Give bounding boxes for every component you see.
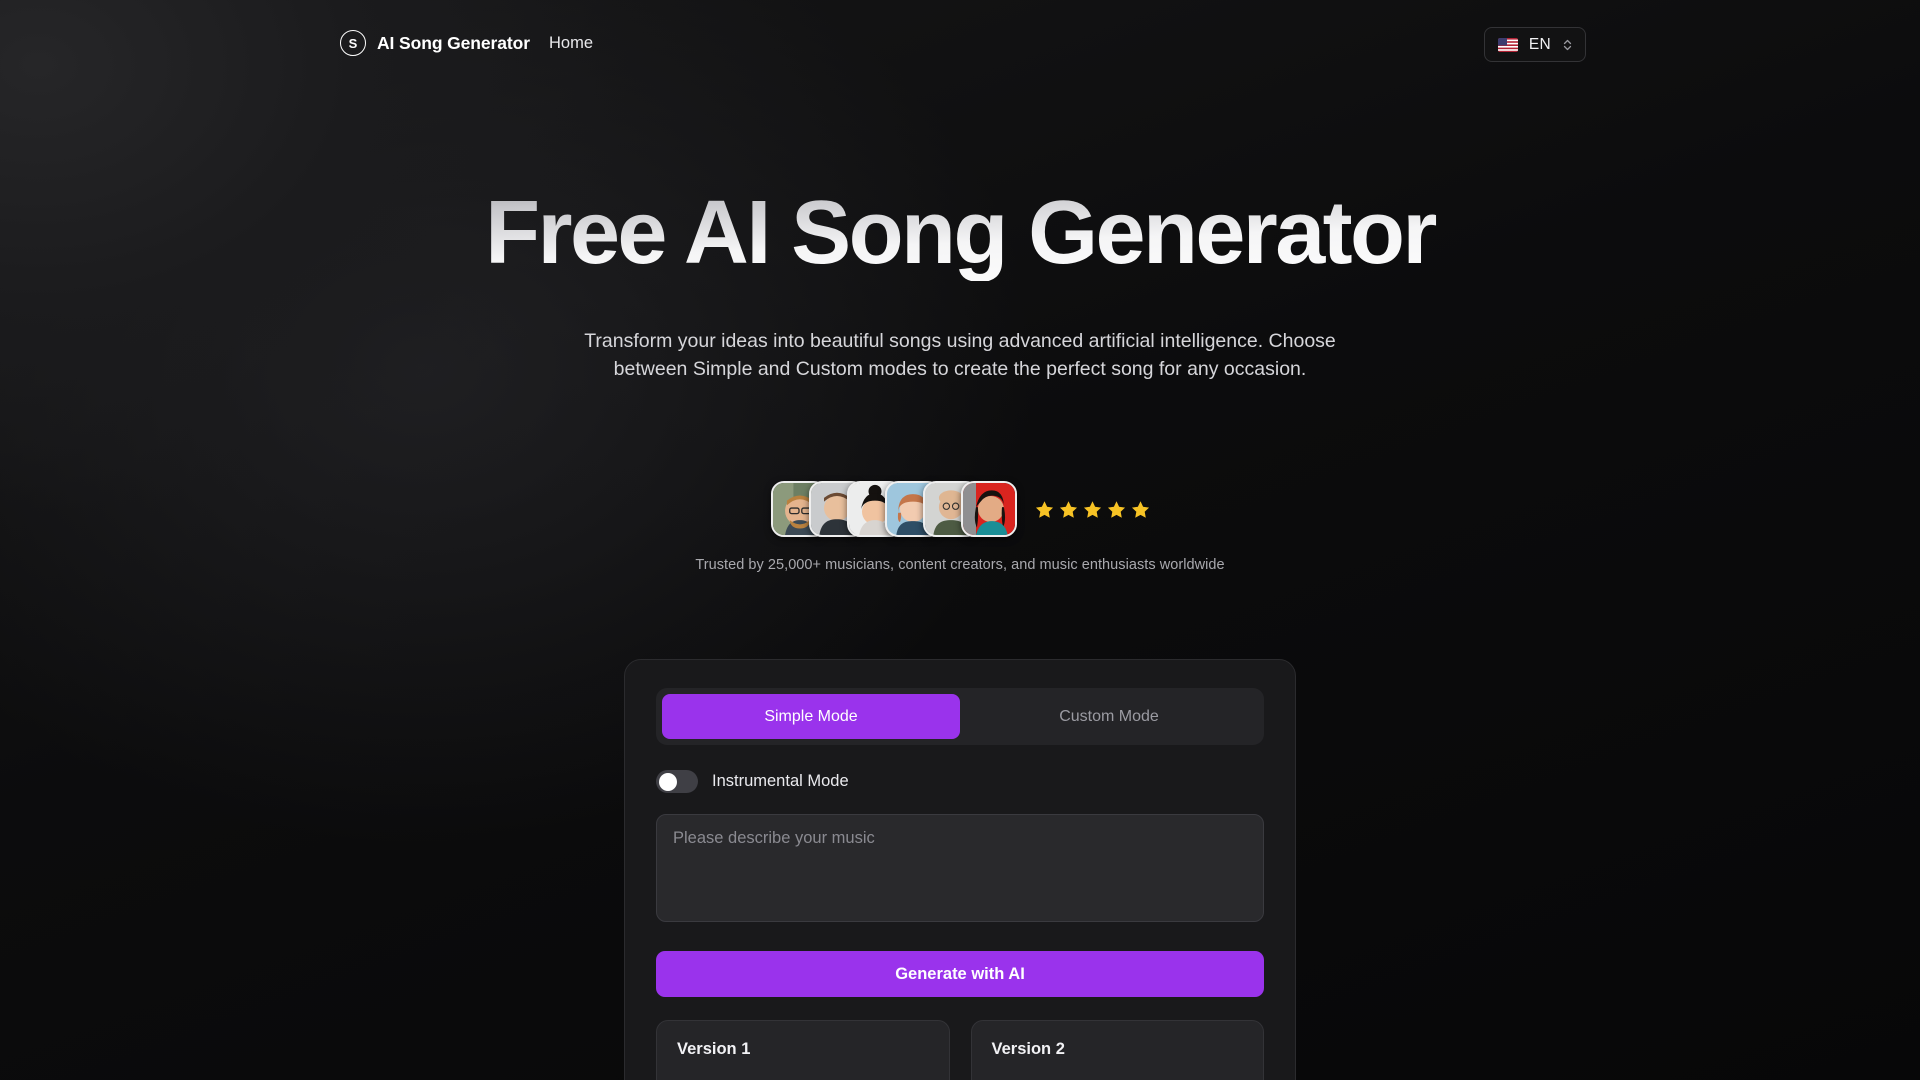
star-icon xyxy=(1059,500,1078,519)
instrumental-mode-label: Instrumental Mode xyxy=(712,772,849,790)
nav-links: Home xyxy=(549,34,593,53)
version-card[interactable]: Version 1 xyxy=(656,1020,950,1080)
generate-with-ai-button[interactable]: Generate with AI xyxy=(656,951,1264,997)
social-proof-section: Trusted by 25,000+ musicians, content cr… xyxy=(0,481,1920,573)
star-icon xyxy=(1083,500,1102,519)
hero-section: Free AI Song Generator Transform your id… xyxy=(0,185,1920,384)
nav-link-home[interactable]: Home xyxy=(549,34,593,53)
version-card[interactable]: Version 2 xyxy=(970,1020,1264,1080)
instrumental-mode-toggle[interactable] xyxy=(656,770,698,793)
avatar xyxy=(960,481,1017,537)
top-navbar: S AI Song Generator Home EN xyxy=(0,0,1920,92)
brand-name: AI Song Generator xyxy=(377,32,530,53)
star-icon xyxy=(1131,500,1150,519)
circle-s-logo-icon: S xyxy=(340,30,366,56)
us-flag-icon xyxy=(1497,37,1518,52)
brand-logo-link[interactable]: S AI Song Generator xyxy=(340,30,530,56)
chevron-up-down-icon xyxy=(1562,37,1573,53)
page-title: Free AI Song Generator xyxy=(0,185,1920,281)
social-proof-row xyxy=(0,481,1920,537)
tab-custom-mode[interactable]: Custom Mode xyxy=(960,694,1258,739)
language-selector[interactable]: EN xyxy=(1483,27,1586,62)
star-icon xyxy=(1107,500,1126,519)
music-description-input[interactable] xyxy=(656,814,1264,922)
trust-text: Trusted by 25,000+ musicians, content cr… xyxy=(695,557,1225,573)
version-title: Version 1 xyxy=(677,1040,751,1058)
tab-simple-mode[interactable]: Simple Mode xyxy=(662,694,960,739)
page-root: S AI Song Generator Home EN Free AI Song… xyxy=(0,0,1920,1080)
logo-letter: S xyxy=(348,35,358,51)
toggle-knob xyxy=(658,772,677,791)
instrumental-mode-row: Instrumental Mode xyxy=(656,770,1264,793)
mode-tab-group: Simple Mode Custom Mode xyxy=(656,688,1264,745)
song-generator-card: Simple Mode Custom Mode Instrumental Mod… xyxy=(624,659,1296,1080)
version-list: Version 1 Version 2 xyxy=(656,1020,1264,1080)
hero-subtitle: Transform your ideas into beautiful song… xyxy=(584,330,1336,381)
version-title: Version 2 xyxy=(991,1040,1065,1058)
language-code: EN xyxy=(1528,35,1551,53)
star-rating xyxy=(1035,500,1150,519)
star-icon xyxy=(1035,500,1054,519)
avatar-group xyxy=(770,481,1017,537)
